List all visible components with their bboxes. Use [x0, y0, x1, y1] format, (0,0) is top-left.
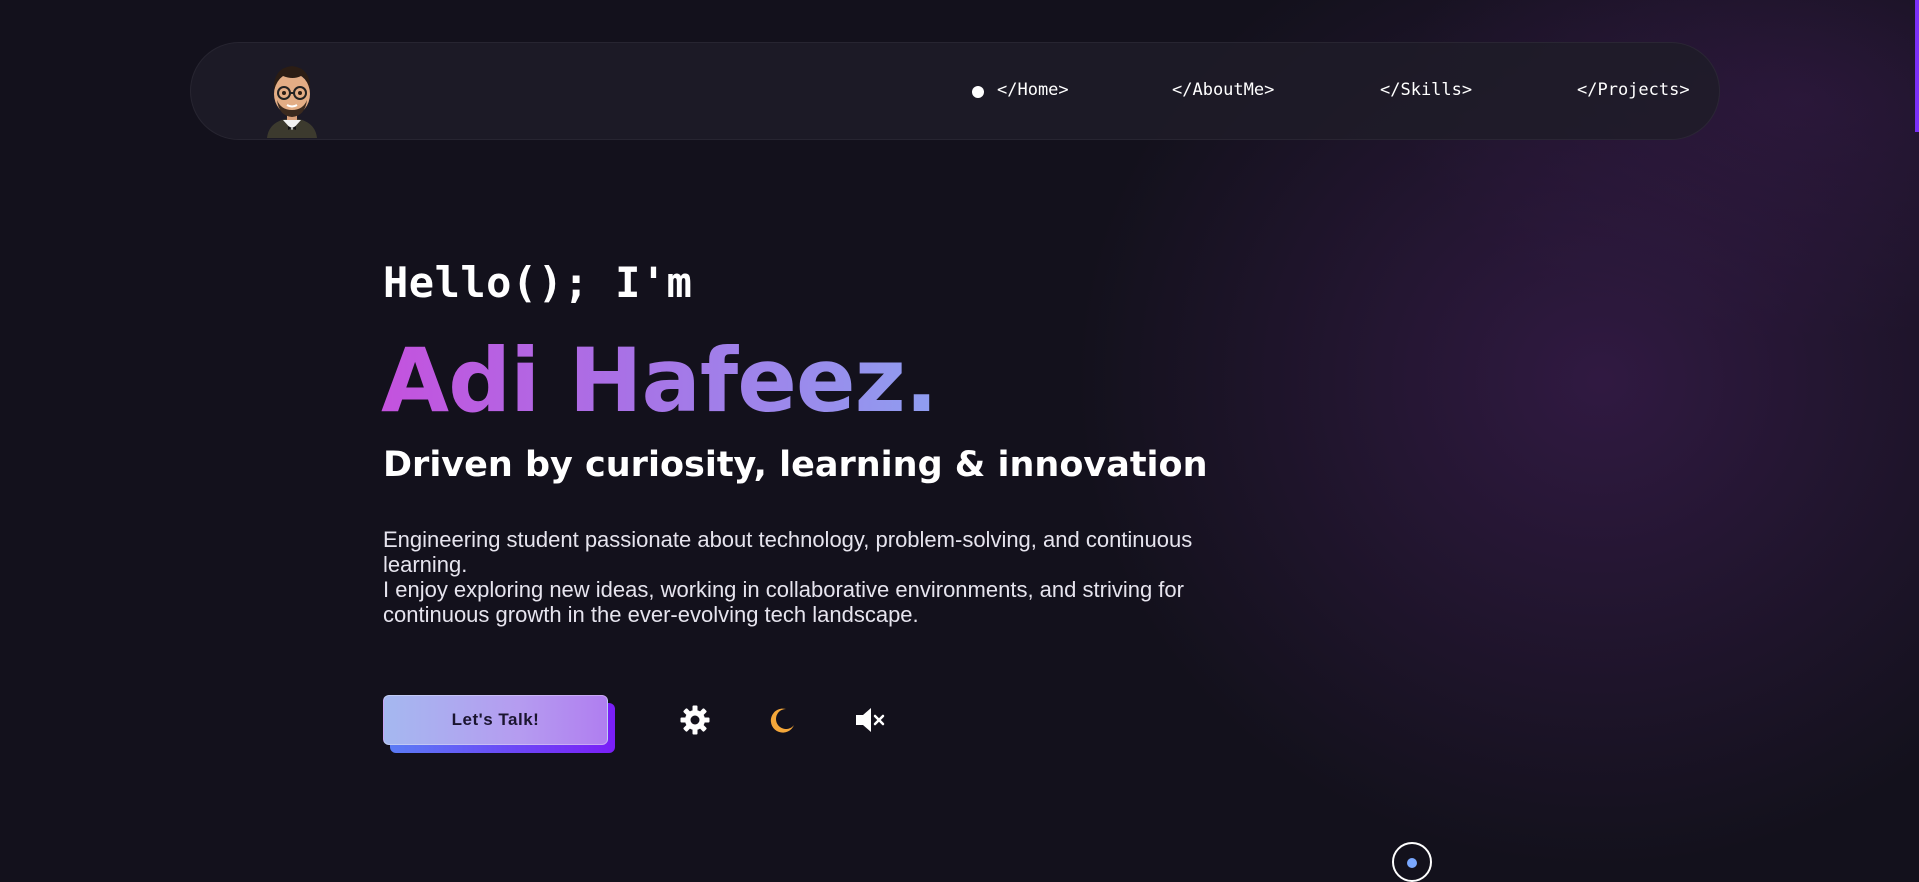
nav-link-home[interactable]: </Home> [997, 80, 1069, 100]
gear-icon-svg [680, 705, 710, 735]
bitmoji-avatar-icon[interactable] [263, 60, 321, 138]
nav-link-aboutme[interactable]: </AboutMe> [1172, 80, 1274, 100]
avatar-svg [267, 66, 317, 138]
moon-icon-svg [770, 708, 794, 733]
hero-name: Adi Hafeez. [381, 329, 938, 432]
hero-tagline: Driven by curiosity, learning & innovati… [383, 445, 1208, 485]
hero-description: Engineering student passionate about tec… [383, 527, 1243, 627]
lets-talk-button[interactable]: Let's Talk! [383, 695, 608, 745]
nav-link-skills[interactable]: </Skills> [1380, 80, 1472, 100]
hero-description-line: I enjoy exploring new ideas, working in … [383, 577, 1184, 627]
scroll-progress-bar [1915, 0, 1919, 132]
gear-icon[interactable] [677, 702, 713, 738]
hero-greeting: Hello(); I'm [383, 258, 693, 307]
scroll-indicator-dot [1407, 858, 1417, 868]
nav-link-projects[interactable]: </Projects> [1577, 80, 1690, 100]
navbar [190, 42, 1720, 140]
cta-wrapper: Let's Talk! [383, 695, 615, 753]
speaker-muted-icon[interactable] [852, 702, 888, 738]
speaker-muted-icon-svg [856, 708, 885, 732]
hero-description-line: Engineering student passionate about tec… [383, 527, 1193, 577]
moon-icon[interactable] [764, 702, 800, 738]
active-nav-indicator [972, 86, 984, 98]
